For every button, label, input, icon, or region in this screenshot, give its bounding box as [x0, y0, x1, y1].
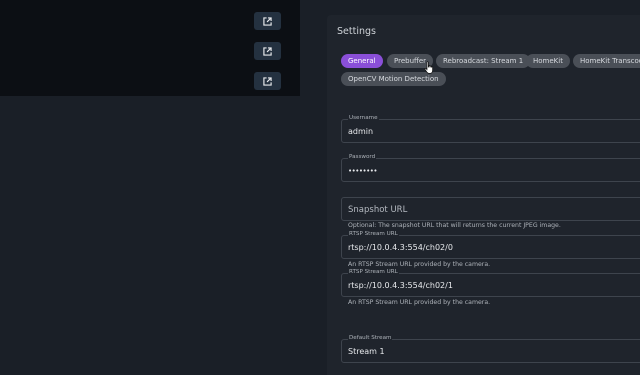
username-value: admin — [348, 127, 374, 136]
open-external-icon — [263, 76, 272, 86]
username-field[interactable]: Username admin — [341, 114, 640, 143]
rtsp-stream-url-value-1: rtsp://10.0.4.3:554/ch02/0 — [348, 243, 453, 252]
rtsp-stream-url-helper-2: An RTSP Stream URL provided by the camer… — [348, 299, 491, 306]
tab-opencv-motion-detection[interactable]: OpenCV Motion Detection — [341, 72, 446, 86]
snapshot-url-placeholder: Snapshot URL — [348, 205, 408, 215]
open-external-button[interactable] — [254, 72, 281, 90]
password-label: Password — [348, 153, 377, 161]
snapshot-url-helper: Optional: The snapshot URL that will ret… — [348, 222, 561, 229]
open-external-button[interactable] — [254, 42, 281, 60]
rtsp-stream-url-value-2: rtsp://10.0.4.3:554/ch02/1 — [348, 281, 453, 290]
tab-homekit-transcoding[interactable]: HomeKit Transcoding — [573, 54, 640, 68]
tab-homekit[interactable]: HomeKit — [526, 54, 570, 68]
settings-title: Settings — [337, 26, 376, 37]
default-stream-select[interactable]: Default Stream Stream 1 — [341, 334, 640, 363]
default-stream-label: Default Stream — [348, 334, 393, 342]
rtsp-stream-url-helper-1: An RTSP Stream URL provided by the camer… — [348, 261, 491, 268]
open-external-icon — [263, 16, 272, 26]
password-field[interactable]: Password •••••••• — [341, 153, 640, 182]
tab-general[interactable]: General — [341, 54, 383, 68]
tab-rebroadcast[interactable]: Rebroadcast: Stream 1 — [436, 54, 531, 68]
rtsp-stream-url-label-1: RTSP Stream URL — [348, 230, 399, 238]
mouse-pointer-icon — [424, 61, 433, 74]
default-stream-value: Stream 1 — [348, 347, 385, 356]
username-label: Username — [348, 114, 379, 122]
rtsp-stream-url-field-2[interactable]: RTSP Stream URL rtsp://10.0.4.3:554/ch02… — [341, 268, 640, 297]
rtsp-stream-url-field-1[interactable]: RTSP Stream URL rtsp://10.0.4.3:554/ch02… — [341, 230, 640, 259]
settings-panel: Settings General Prebuffer Rebroadcast: … — [327, 15, 640, 375]
password-value: •••••••• — [348, 167, 378, 175]
snapshot-url-field[interactable]: Snapshot URL — [341, 197, 640, 221]
rtsp-stream-url-label-2: RTSP Stream URL — [348, 268, 399, 276]
open-external-icon — [263, 46, 272, 56]
open-external-button[interactable] — [254, 12, 281, 30]
